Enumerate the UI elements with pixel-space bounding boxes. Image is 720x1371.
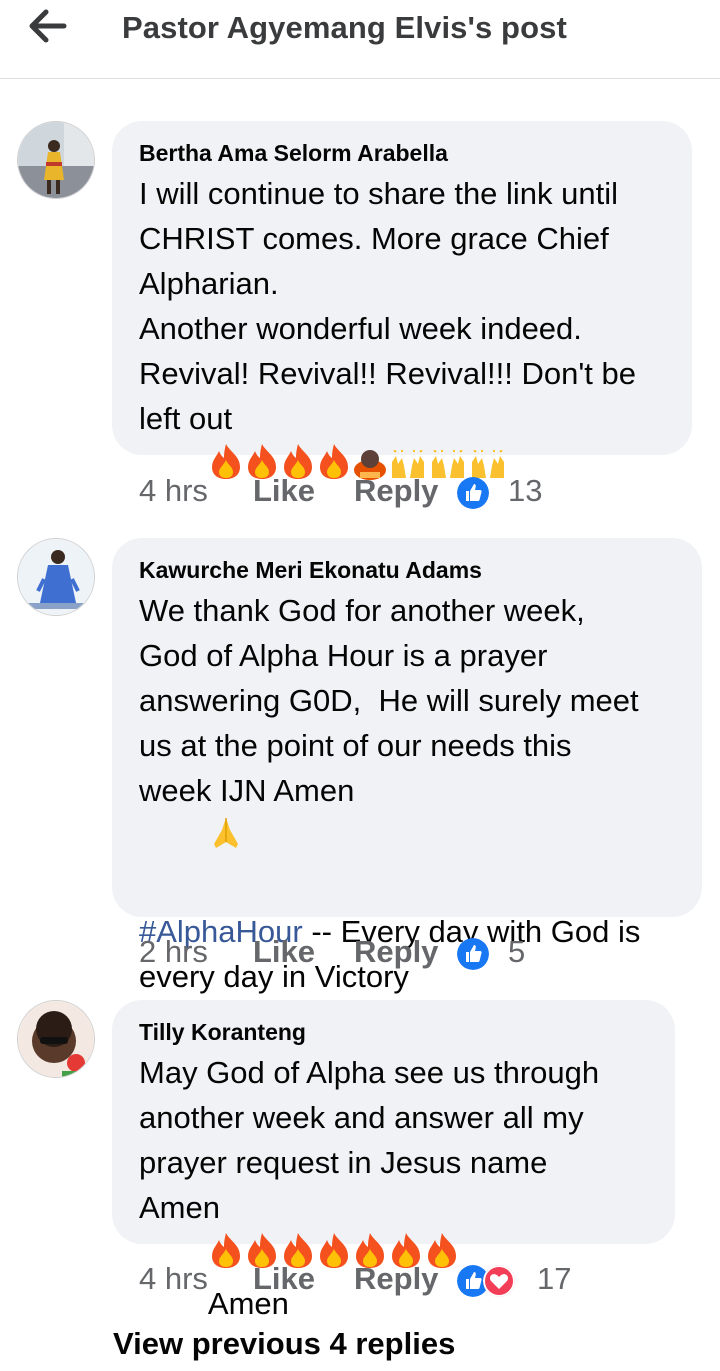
avatar[interactable]: [17, 1000, 95, 1078]
reply-button[interactable]: Reply: [354, 473, 438, 509]
reaction-count[interactable]: 5: [508, 934, 525, 970]
like-button[interactable]: Like: [253, 1261, 315, 1297]
comment-text: May God of Alpha see us through another w…: [139, 1055, 600, 1321]
like-button[interactable]: Like: [253, 473, 315, 509]
comment-author[interactable]: Kawurche Meri Ekonatu Adams: [139, 556, 676, 584]
view-previous-replies-link[interactable]: View previous 4 replies: [113, 1326, 455, 1362]
back-button[interactable]: [26, 6, 70, 46]
comment-author[interactable]: Tilly Koranteng: [139, 1018, 649, 1046]
comment-time[interactable]: 4 hrs: [139, 473, 208, 509]
like-reaction-icon[interactable]: [457, 938, 489, 970]
reaction-count[interactable]: 17: [537, 1261, 571, 1297]
comment-time[interactable]: 2 hrs: [139, 934, 208, 970]
like-reaction-icon[interactable]: [457, 477, 489, 509]
reply-button[interactable]: Reply: [354, 1261, 438, 1297]
arrow-left-icon: [29, 9, 67, 43]
page-title: Pastor Agyemang Elvis's post: [122, 10, 567, 45]
love-reaction-icon[interactable]: [483, 1265, 515, 1297]
reply-button[interactable]: Reply: [354, 934, 438, 970]
reaction-count[interactable]: 13: [508, 473, 542, 509]
comment-bubble[interactable]: Bertha Ama Selorm Arabella I will contin…: [112, 121, 692, 480]
comment-bubble[interactable]: Kawurche Meri Ekonatu Adams We thank God…: [112, 538, 702, 1037]
comment-time[interactable]: 4 hrs: [139, 1261, 208, 1297]
fire-emoji-icon: [316, 1231, 352, 1281]
comment-author[interactable]: Bertha Ama Selorm Arabella: [139, 139, 666, 167]
fire-emoji-icon: [208, 1231, 244, 1281]
folded-hands-emoji-icon: [208, 814, 244, 864]
fire-emoji-icon: [208, 442, 244, 492]
fire-emoji-icon: [316, 442, 352, 492]
comment-bubble[interactable]: Tilly Koranteng May God of Alpha see us …: [112, 1000, 675, 1321]
top-bar: Pastor Agyemang Elvis's post: [0, 0, 720, 79]
like-button[interactable]: Like: [253, 934, 315, 970]
avatar[interactable]: [17, 121, 95, 199]
avatar[interactable]: [17, 538, 95, 616]
